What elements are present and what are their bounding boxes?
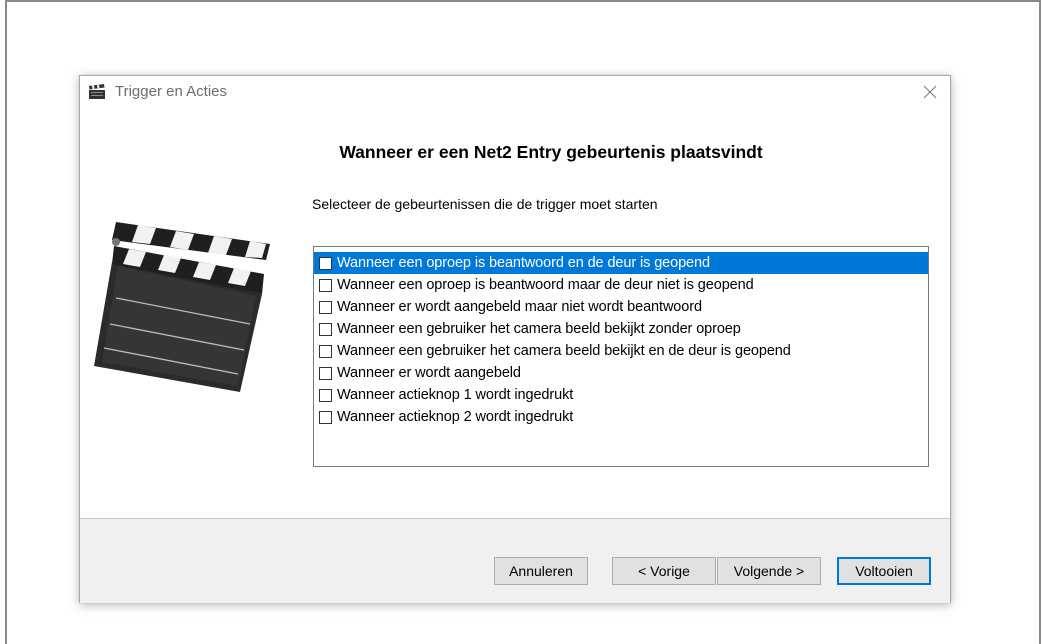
- close-icon: [923, 85, 937, 99]
- event-checkbox[interactable]: [319, 278, 332, 292]
- cancel-button[interactable]: Annuleren: [494, 557, 588, 585]
- event-label: Wanneer actieknop 2 wordt ingedrukt: [337, 409, 574, 425]
- screenshot-frame: Trigger en Acties Wanneer er een Net2 En…: [5, 0, 1041, 644]
- trigger-dialog: Trigger en Acties Wanneer er een Net2 En…: [79, 75, 951, 603]
- event-label: Wanneer er wordt aangebeld: [337, 365, 521, 381]
- event-checkbox[interactable]: [319, 300, 332, 314]
- event-list-item[interactable]: Wanneer een oproep is beantwoord en de d…: [314, 252, 928, 274]
- finish-button[interactable]: Voltooien: [837, 557, 931, 585]
- instruction-text: Selecteer de gebeurtenissen die de trigg…: [312, 196, 658, 212]
- event-list-item[interactable]: Wanneer een oproep is beantwoord maar de…: [314, 274, 928, 296]
- event-list-item[interactable]: Wanneer een gebruiker het camera beeld b…: [314, 340, 928, 362]
- title-bar: Trigger en Acties: [80, 76, 950, 108]
- event-label: Wanneer een gebruiker het camera beeld b…: [337, 321, 741, 337]
- event-checkbox[interactable]: [319, 344, 332, 358]
- event-checkbox[interactable]: [319, 256, 332, 270]
- event-label: Wanneer een oproep is beantwoord en de d…: [337, 255, 710, 271]
- close-button[interactable]: [916, 79, 944, 105]
- event-checkbox[interactable]: [319, 322, 332, 336]
- clapperboard-icon: [89, 84, 105, 99]
- button-bar: Annuleren < Vorige Volgende > Voltooien: [80, 518, 950, 603]
- event-list-item[interactable]: Wanneer actieknop 2 wordt ingedrukt: [314, 406, 928, 428]
- event-list-item[interactable]: Wanneer actieknop 1 wordt ingedrukt: [314, 384, 928, 406]
- back-button[interactable]: < Vorige: [612, 557, 716, 585]
- event-checkbox[interactable]: [319, 366, 332, 380]
- event-checkbox[interactable]: [319, 410, 332, 424]
- clapperboard-illustration: [94, 222, 270, 392]
- event-list-item[interactable]: Wanneer een gebruiker het camera beeld b…: [314, 318, 928, 340]
- event-checkbox[interactable]: [319, 388, 332, 402]
- event-checklist[interactable]: Wanneer een oproep is beantwoord en de d…: [313, 246, 929, 467]
- event-list-item[interactable]: Wanneer er wordt aangebeld: [314, 362, 928, 384]
- dialog-title: Trigger en Acties: [115, 83, 227, 100]
- event-label: Wanneer een oproep is beantwoord maar de…: [337, 277, 754, 293]
- event-label: Wanneer er wordt aangebeld maar niet wor…: [337, 299, 702, 315]
- event-list-item[interactable]: Wanneer er wordt aangebeld maar niet wor…: [314, 296, 928, 318]
- page-heading: Wanneer er een Net2 Entry gebeurtenis pl…: [339, 142, 763, 162]
- event-label: Wanneer een gebruiker het camera beeld b…: [337, 343, 791, 359]
- next-button[interactable]: Volgende >: [717, 557, 821, 585]
- event-label: Wanneer actieknop 1 wordt ingedrukt: [337, 387, 574, 403]
